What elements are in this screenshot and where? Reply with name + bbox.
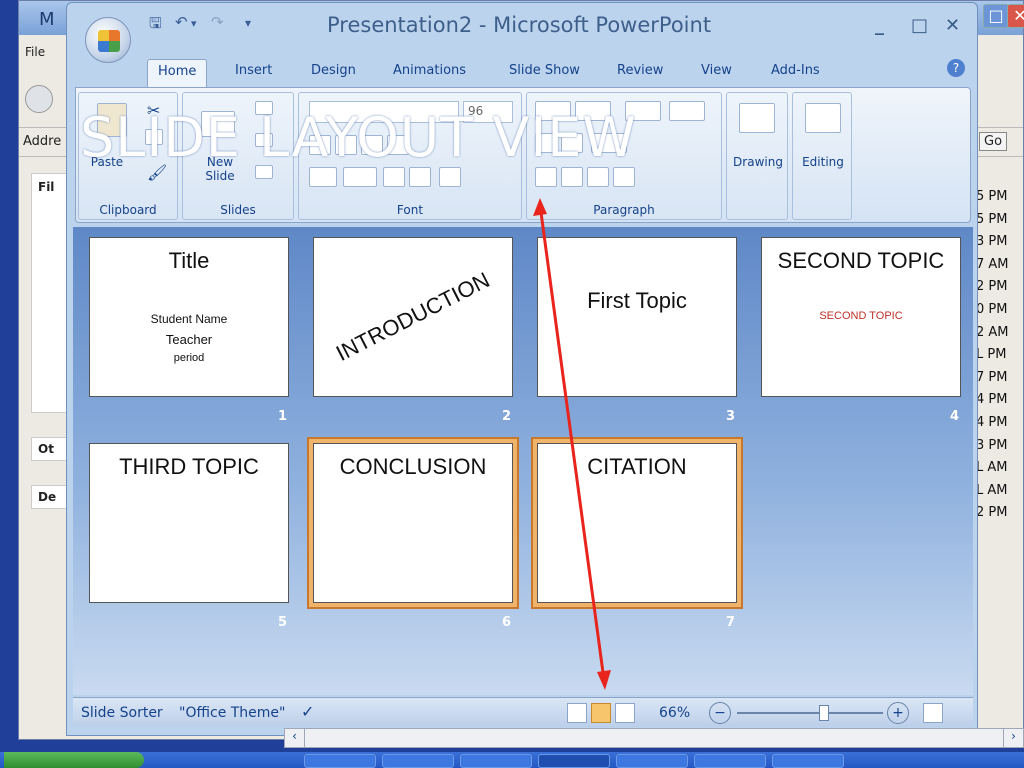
arrow-shaft (538, 204, 606, 681)
taskbar-item[interactable] (616, 754, 688, 768)
taskbar-item[interactable] (772, 754, 844, 768)
arrow-head-top (533, 198, 547, 216)
taskbar-item[interactable] (538, 754, 610, 768)
arrow-head-bottom (597, 670, 611, 690)
taskbar-item[interactable] (304, 754, 376, 768)
taskbar-item[interactable] (460, 754, 532, 768)
taskbar-item[interactable] (694, 754, 766, 768)
start-button[interactable] (4, 752, 144, 768)
taskbar-item[interactable] (382, 754, 454, 768)
annotation-arrow (533, 198, 611, 690)
